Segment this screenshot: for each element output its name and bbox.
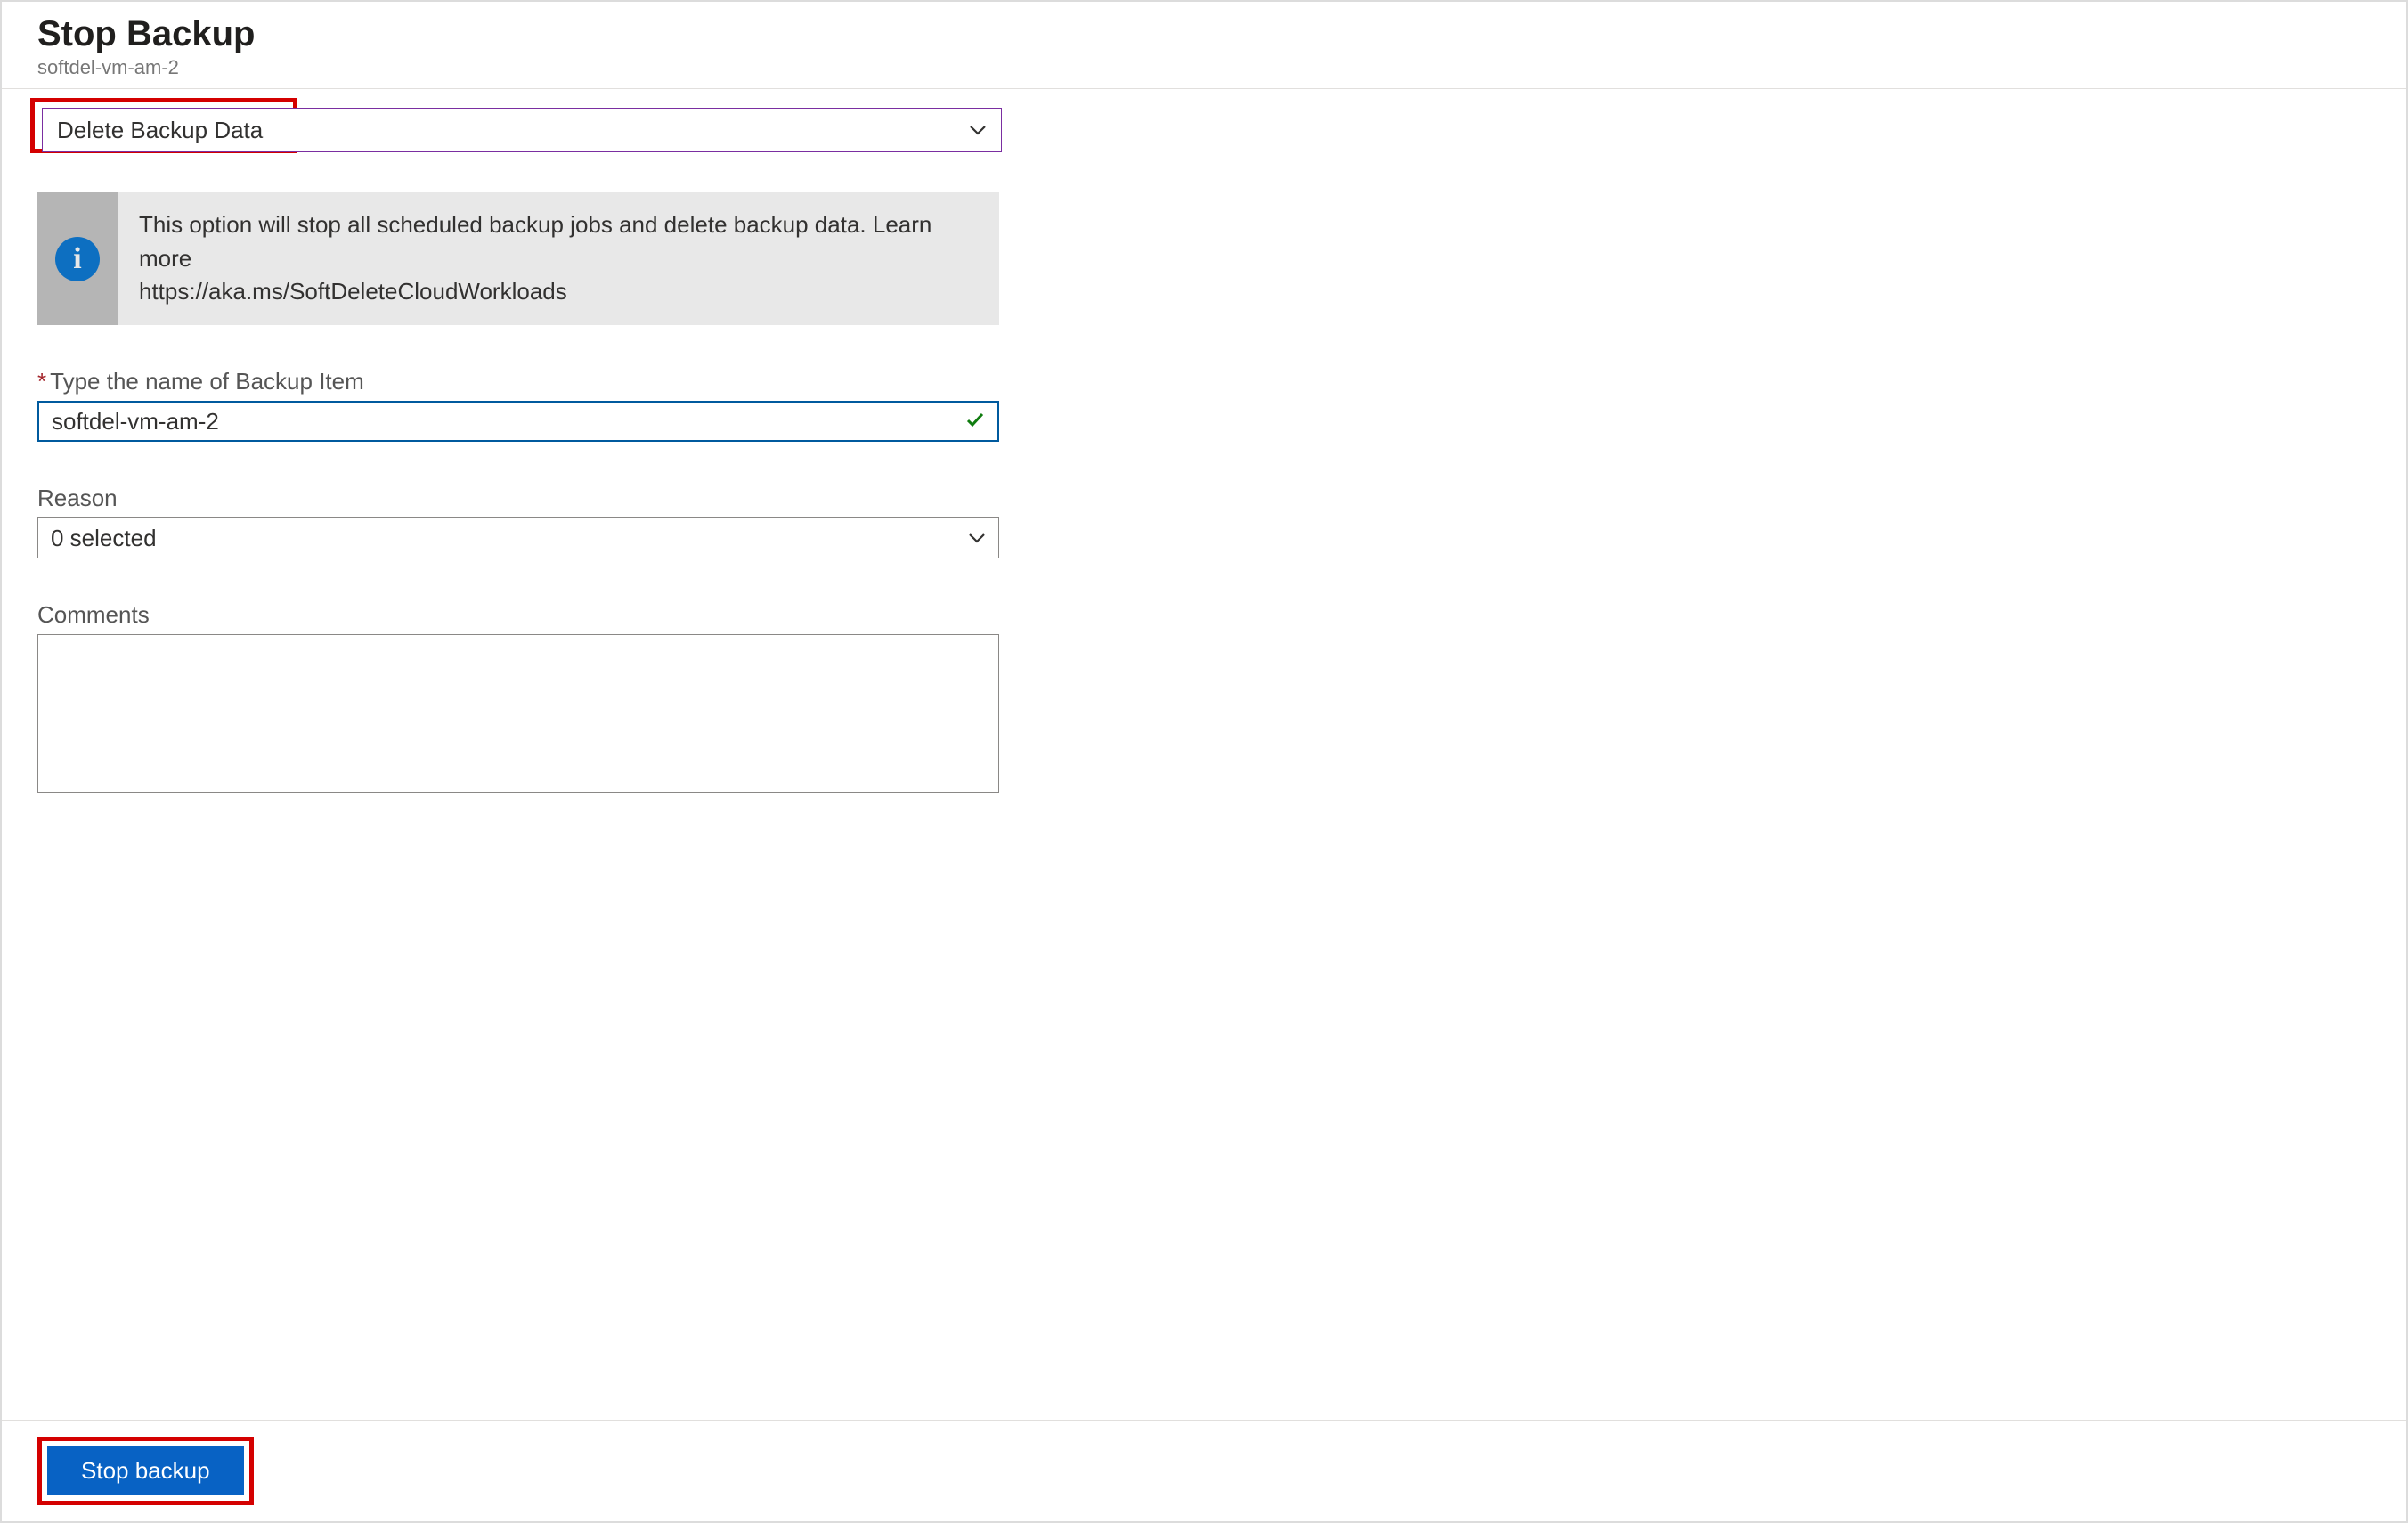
blade-footer: Stop backup xyxy=(2,1420,2406,1521)
page-title: Stop Backup xyxy=(37,14,2371,54)
highlight-action-dropdown: Delete Backup Data xyxy=(30,98,297,153)
name-label-text: Type the name of Backup Item xyxy=(50,368,364,395)
field-backup-item-name: *Type the name of Backup Item softdel-vm… xyxy=(37,368,1017,442)
field-comments: Comments xyxy=(37,601,1017,799)
checkmark-icon xyxy=(965,407,985,436)
chevron-down-icon xyxy=(968,529,986,547)
chevron-down-icon xyxy=(969,121,987,139)
comments-textarea[interactable] xyxy=(37,634,999,793)
info-icon: i xyxy=(55,237,100,281)
page-subtitle: softdel-vm-am-2 xyxy=(37,56,2371,79)
info-icon-cell: i xyxy=(37,192,118,325)
blade-header: Stop Backup softdel-vm-am-2 xyxy=(2,2,2406,89)
stop-backup-button[interactable]: Stop backup xyxy=(47,1446,244,1495)
highlight-submit-button: Stop backup xyxy=(37,1437,254,1505)
required-asterisk: * xyxy=(37,368,46,395)
reason-selected-value: 0 selected xyxy=(51,525,157,552)
backup-action-dropdown[interactable]: Delete Backup Data xyxy=(42,108,1002,152)
info-message: i This option will stop all scheduled ba… xyxy=(37,192,999,325)
form-content: Delete Backup Data i This option will st… xyxy=(2,89,1053,817)
reason-dropdown[interactable]: 0 selected xyxy=(37,517,999,558)
info-line2: https://aka.ms/SoftDeleteCloudWorkloads xyxy=(139,278,567,305)
backup-item-name-input[interactable]: softdel-vm-am-2 xyxy=(37,401,999,442)
backup-action-selected: Delete Backup Data xyxy=(57,117,263,144)
reason-label: Reason xyxy=(37,485,1017,512)
name-field-label: *Type the name of Backup Item xyxy=(37,368,1017,395)
info-line1: This option will stop all scheduled back… xyxy=(139,211,931,272)
info-text: This option will stop all scheduled back… xyxy=(118,192,999,325)
field-reason: Reason 0 selected xyxy=(37,485,1017,558)
comments-label: Comments xyxy=(37,601,1017,629)
backup-item-name-value: softdel-vm-am-2 xyxy=(52,408,219,436)
